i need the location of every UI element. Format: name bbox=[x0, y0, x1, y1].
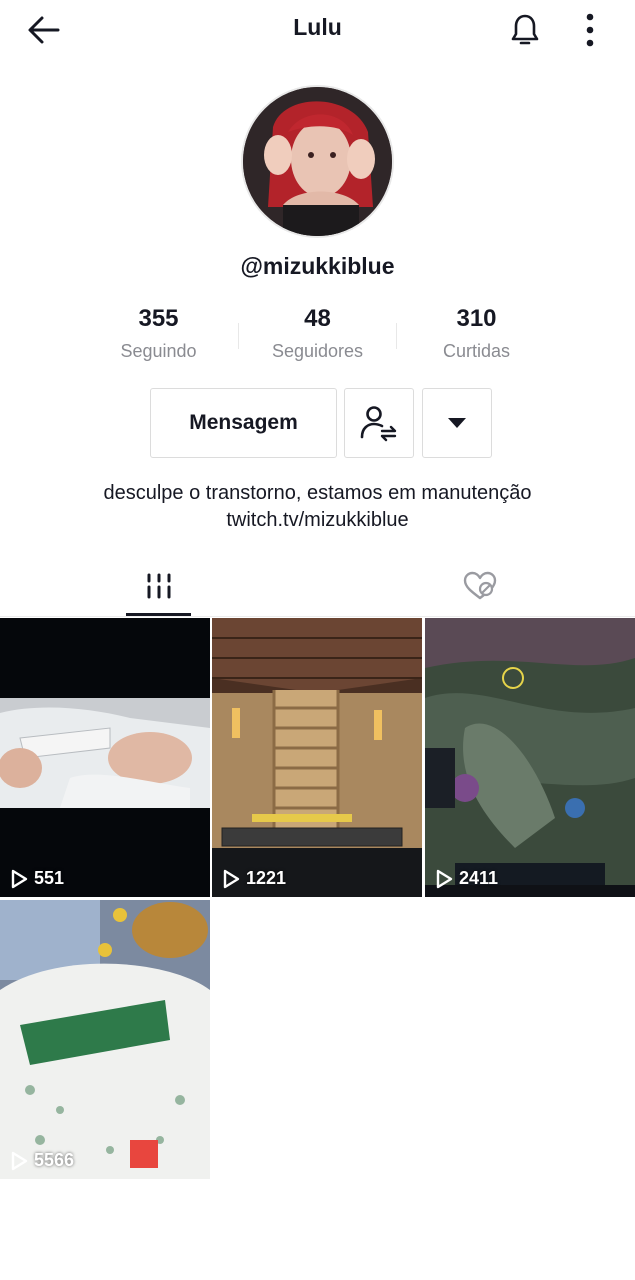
profile-stats: 355 Seguindo 48 Seguidores 310 Curtidas bbox=[79, 305, 556, 365]
notification-bell-button[interactable] bbox=[503, 8, 547, 52]
heart-hidden-icon bbox=[463, 571, 496, 600]
video-thumbnail-image bbox=[0, 618, 210, 897]
suggestions-dropdown-button[interactable] bbox=[422, 388, 492, 458]
video-thumbnail[interactable]: 551 bbox=[0, 618, 210, 897]
profile-bio: desculpe o transtorno, estamos em manute… bbox=[0, 480, 635, 534]
play-icon bbox=[436, 869, 453, 888]
play-count: 5566 bbox=[10, 1150, 74, 1171]
video-thumbnail-image bbox=[212, 618, 422, 897]
back-button[interactable] bbox=[22, 10, 66, 50]
grid-columns-icon bbox=[147, 573, 170, 599]
avatar[interactable] bbox=[241, 85, 394, 238]
play-count: 1221 bbox=[222, 868, 286, 889]
top-bar: Lulu bbox=[0, 0, 635, 60]
bell-icon bbox=[511, 14, 539, 45]
stat-likes-count: 310 bbox=[456, 305, 497, 332]
play-count-value: 551 bbox=[34, 868, 65, 888]
video-thumbnail[interactable]: 5566 bbox=[0, 900, 210, 1179]
play-icon bbox=[223, 869, 240, 888]
caret-down-icon bbox=[448, 418, 466, 428]
video-thumbnail-image bbox=[0, 900, 210, 1179]
stat-followers-count: 48 bbox=[304, 305, 331, 332]
stat-followers[interactable]: 48 Seguidores bbox=[238, 305, 397, 365]
arrow-left-icon bbox=[28, 16, 60, 44]
play-icon bbox=[11, 1151, 28, 1170]
stat-following-label: Seguindo bbox=[120, 341, 197, 361]
active-tab-indicator bbox=[126, 613, 191, 616]
bio-text: desculpe o transtorno, estamos em manute… bbox=[103, 482, 532, 504]
play-count: 2411 bbox=[435, 868, 498, 889]
play-count-value: 5566 bbox=[34, 1150, 75, 1170]
play-count-value: 1221 bbox=[246, 868, 287, 888]
stat-likes-label: Curtidas bbox=[442, 341, 511, 361]
bio-link[interactable]: twitch.tv/mizukkiblue bbox=[0, 507, 635, 534]
stat-likes[interactable]: 310 Curtidas bbox=[397, 305, 556, 365]
stat-followers-label: Seguidores bbox=[271, 341, 364, 361]
more-vertical-icon bbox=[586, 13, 594, 47]
play-count-value: 2411 bbox=[459, 868, 499, 888]
video-thumbnail[interactable]: 2411 bbox=[425, 618, 635, 897]
tab-liked[interactable] bbox=[447, 555, 512, 617]
user-swap-icon bbox=[360, 406, 397, 442]
tab-videos[interactable] bbox=[126, 555, 191, 617]
stat-following-count: 355 bbox=[138, 305, 179, 332]
follow-toggle-button[interactable] bbox=[344, 388, 414, 458]
play-icon bbox=[11, 869, 28, 888]
video-thumbnail[interactable]: 1221 bbox=[212, 618, 422, 897]
avatar-photo bbox=[243, 87, 392, 236]
stat-divider bbox=[238, 323, 239, 349]
username-handle: @mizukkiblue bbox=[240, 253, 395, 279]
video-thumbnail-image bbox=[425, 618, 635, 897]
more-options-button[interactable] bbox=[570, 8, 610, 52]
stat-following[interactable]: 355 Seguindo bbox=[79, 305, 238, 365]
profile-tabs bbox=[0, 555, 635, 617]
play-count: 551 bbox=[10, 868, 64, 889]
message-button[interactable]: Mensagem bbox=[150, 388, 337, 458]
